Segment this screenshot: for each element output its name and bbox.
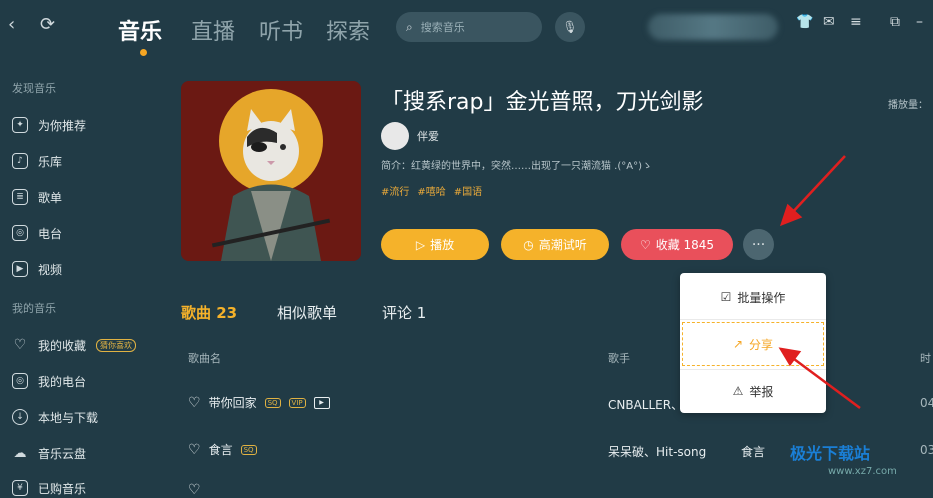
annotation-arrows <box>778 155 861 410</box>
arrow-to-more-button <box>789 155 846 216</box>
watermark-text: 极光下载站 <box>790 444 871 463</box>
watermark-url: www.xz7.com <box>828 466 897 477</box>
arrow-to-share <box>789 354 861 410</box>
